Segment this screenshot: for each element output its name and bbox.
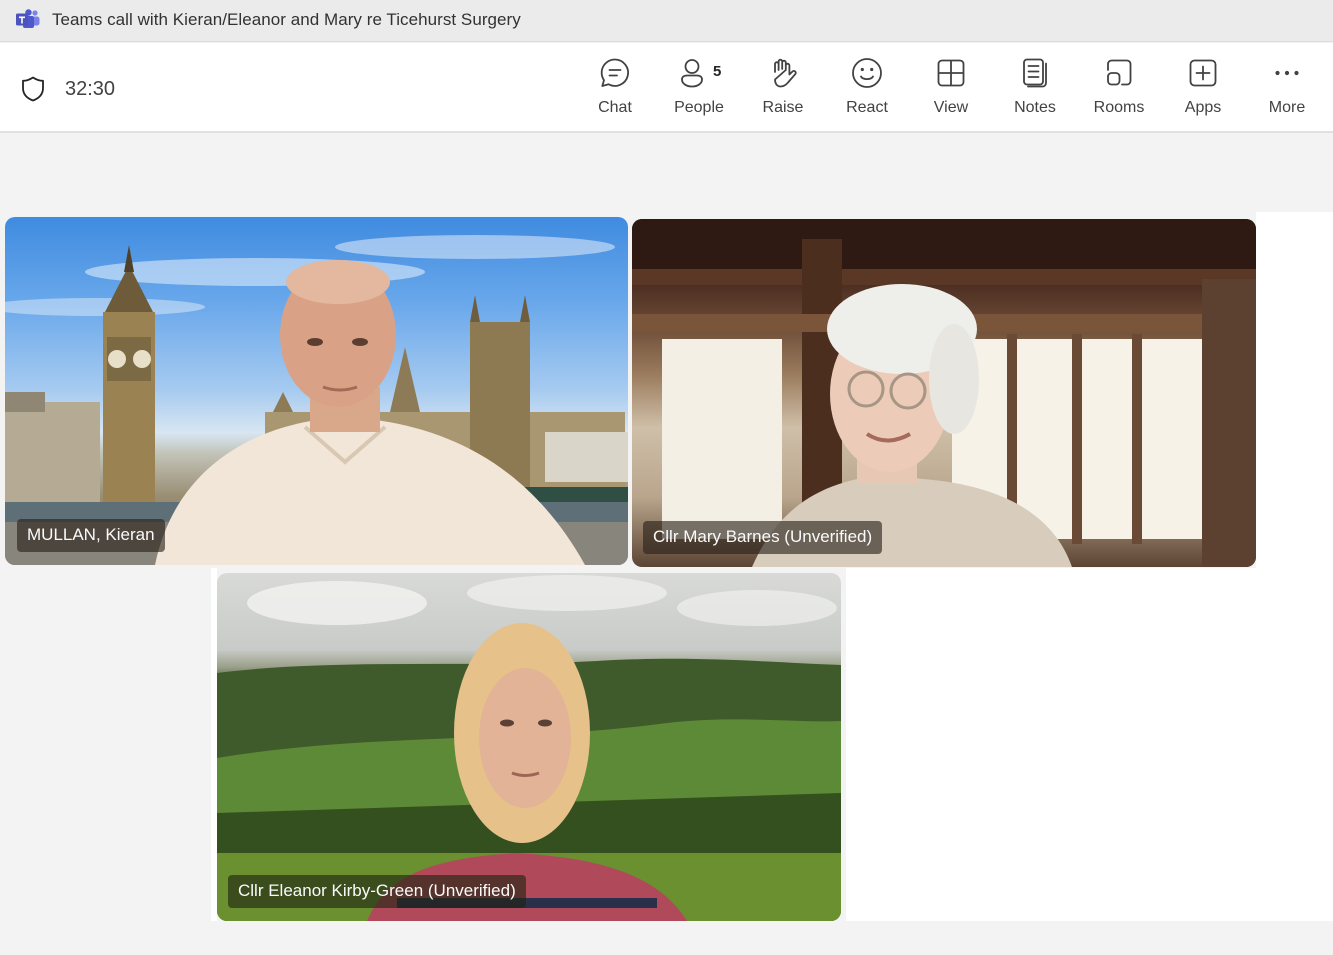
raise-hand-button[interactable]: Raise: [747, 53, 819, 123]
chat-button[interactable]: Chat: [579, 53, 651, 123]
chat-label: Chat: [598, 99, 632, 116]
participant-name-label: Cllr Eleanor Kirby-Green (Unverified): [228, 875, 526, 908]
rooms-button[interactable]: Rooms: [1083, 53, 1155, 123]
video-feed-countryside: [217, 575, 841, 921]
more-button[interactable]: More: [1251, 53, 1323, 123]
hand-icon: [774, 58, 797, 88]
person-icon: [681, 59, 703, 88]
shield-icon[interactable]: [20, 75, 46, 103]
apps-button[interactable]: Apps: [1167, 53, 1239, 123]
grid-icon: [937, 59, 965, 87]
people-button[interactable]: 5 People: [663, 53, 735, 123]
apps-label: Apps: [1184, 99, 1222, 116]
ellipsis-icon: [1275, 70, 1299, 76]
stage-empty-area: [846, 568, 1333, 921]
react-label: React: [846, 99, 888, 116]
video-feed-room: [632, 219, 1256, 567]
breakout-rooms-icon: [1107, 59, 1132, 86]
chat-bubble-icon: [600, 58, 629, 87]
call-timer: 32:30: [65, 78, 116, 100]
microsoft-teams-icon: [16, 9, 40, 28]
meeting-stage: MULLAN, Kieran Cllr Mary Barnes (Unverif…: [0, 135, 1333, 955]
video-tile-eleanor[interactable]: Cllr Eleanor Kirby-Green (Unverified): [217, 573, 841, 921]
meeting-title: Teams call with Kieran/Eleanor and Mary …: [52, 10, 521, 29]
participant-name-label: Cllr Mary Barnes (Unverified): [643, 521, 883, 554]
react-button[interactable]: React: [831, 53, 903, 123]
window-title-bar: Teams call with Kieran/Eleanor and Mary …: [0, 0, 1333, 42]
big-ben: [103, 245, 155, 502]
notes-icon: [1023, 58, 1047, 88]
video-tile-mary[interactable]: Cllr Mary Barnes (Unverified): [632, 219, 1256, 567]
notes-label: Notes: [1014, 99, 1056, 116]
participant-count-badge: 5: [713, 63, 722, 80]
raise-label: Raise: [762, 99, 804, 116]
participant-name-label: MULLAN, Kieran: [17, 519, 165, 552]
meeting-toolbar: 32:30 Chat 5 People Raise React View Not…: [0, 43, 1333, 133]
more-label: More: [1268, 99, 1306, 116]
smiley-icon: [852, 58, 882, 88]
notes-button[interactable]: Notes: [999, 53, 1071, 123]
add-app-icon: [1189, 59, 1217, 87]
people-label: People: [674, 99, 724, 116]
view-button[interactable]: View: [915, 53, 987, 123]
rooms-label: Rooms: [1093, 99, 1145, 116]
view-label: View: [933, 99, 969, 116]
video-feed-london: [5, 235, 628, 565]
video-tile-kieran[interactable]: MULLAN, Kieran: [5, 217, 628, 565]
